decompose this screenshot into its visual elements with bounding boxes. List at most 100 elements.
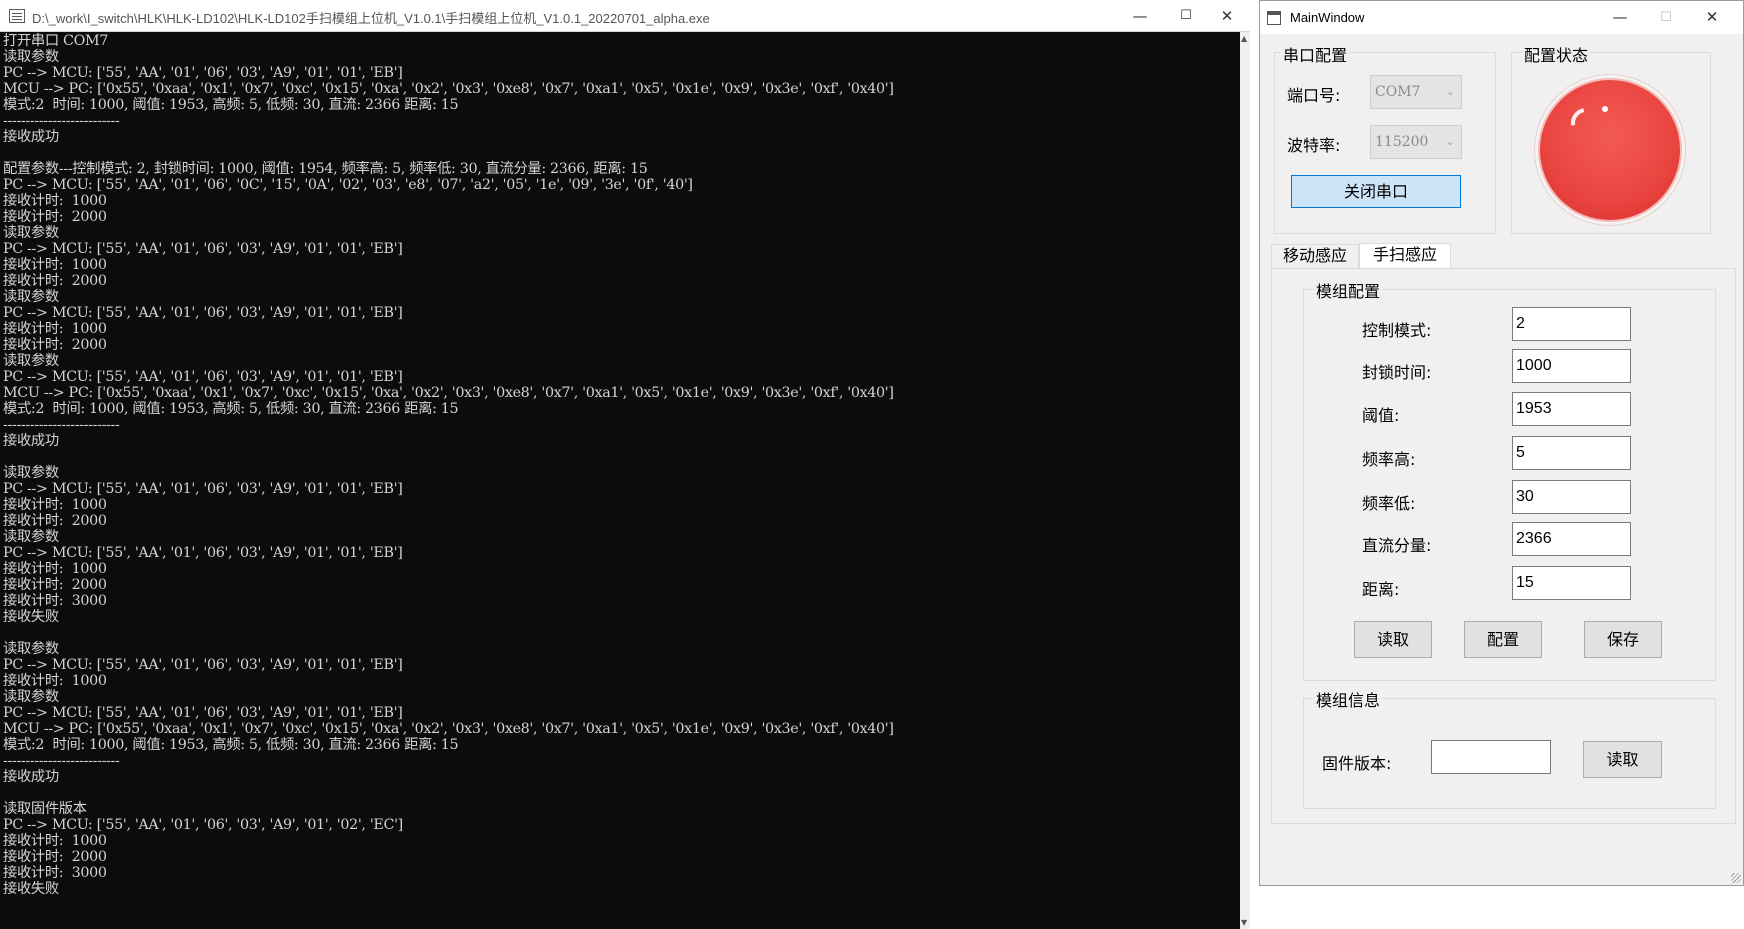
console-line: 接收计时: 3000 (3, 593, 107, 609)
threshold-label: 阈值: (1362, 406, 1400, 425)
console-titlebar[interactable]: D:\_work\I_switch\HLK\HLK-LD102\HLK-LD10… (0, 0, 1250, 32)
console-line: MCU --> PC: ['0x55', '0xaa', '0x1', '0x7… (3, 385, 894, 401)
save-button[interactable]: 保存 (1584, 621, 1662, 658)
status-light-glint (1602, 106, 1608, 112)
console-line: 接收计时: 2000 (3, 513, 107, 529)
threshold-input[interactable]: 1953 (1512, 392, 1631, 426)
console-line: PC --> MCU: ['55', 'AA', '01', '06', '03… (3, 65, 403, 81)
console-line: PC --> MCU: ['55', 'AA', '01', '06', '03… (3, 817, 403, 833)
console-line: 接收计时: 1000 (3, 321, 107, 337)
port-select-value: COM7 (1375, 84, 1421, 100)
distance-input[interactable]: 15 (1512, 566, 1631, 600)
console-title: D:\_work\I_switch\HLK\HLK-LD102\HLK-LD10… (32, 11, 710, 26)
control-mode-input[interactable]: 2 (1512, 307, 1631, 341)
console-line: 接收计时: 1000 (3, 673, 107, 689)
console-line: 模式:2 时间: 1000, 阈值: 1953, 高频: 5, 低频: 30, … (3, 737, 459, 753)
console-line: 接收计时: 1000 (3, 497, 107, 513)
firmware-version-input[interactable] (1431, 740, 1551, 774)
control-mode-label: 控制模式: (1362, 321, 1432, 340)
tab-hand-sweep[interactable]: 手扫感应 (1359, 243, 1451, 269)
console-line: 接收成功 (3, 129, 59, 145)
console-line: PC --> MCU: ['55', 'AA', '01', '06', '0C… (3, 177, 693, 193)
port-label: 端口号: (1287, 86, 1341, 105)
console-line: PC --> MCU: ['55', 'AA', '01', '06', '03… (3, 305, 403, 321)
chevron-down-icon: ⌄ (1445, 85, 1455, 98)
console-line: PC --> MCU: ['55', 'AA', '01', '06', '03… (3, 481, 403, 497)
console-output[interactable]: 打开串口 COM7 读取参数 PC --> MCU: ['55', 'AA', '0… (0, 32, 1240, 929)
apply-config-button[interactable]: 配置 (1464, 621, 1542, 658)
console-line: 读取参数 (3, 353, 59, 369)
console-line: 接收成功 (3, 433, 59, 449)
console-line: 读取参数 (3, 225, 59, 241)
dc-component-input[interactable]: 2366 (1512, 522, 1631, 556)
port-select[interactable]: COM7 ⌄ (1370, 75, 1462, 109)
module-info-title: 模组信息 (1314, 687, 1383, 711)
baud-label: 波特率: (1287, 136, 1341, 155)
console-line: 模式:2 时间: 1000, 阈值: 1953, 高频: 5, 低频: 30, … (3, 97, 459, 113)
console-scrollbar[interactable]: ▲ ▼ (1240, 32, 1250, 929)
main-window: MainWindow — ☐ ✕ 串口配置 端口号: COM7 ⌄ 波特率: 1… (1259, 0, 1744, 886)
resize-grip-icon[interactable] (1727, 869, 1743, 885)
console-line: MCU --> PC: ['0x55', '0xaa', '0x1', '0x7… (3, 721, 894, 737)
console-line: 接收失败 (3, 881, 59, 897)
console-line: 接收计时: 3000 (3, 865, 107, 881)
freq-low-label: 频率低: (1362, 494, 1416, 513)
console-line: 读取参数 (3, 289, 59, 305)
console-line: 读取固件版本 (3, 801, 87, 817)
read-params-button[interactable]: 读取 (1354, 621, 1432, 658)
console-line: PC --> MCU: ['55', 'AA', '01', '06', '03… (3, 705, 403, 721)
console-line: 读取参数 (3, 689, 59, 705)
freq-low-input[interactable]: 30 (1512, 480, 1631, 514)
console-line: -------------------------- (3, 113, 120, 129)
dc-component-label: 直流分量: (1362, 536, 1432, 555)
console-line: 接收失败 (3, 609, 59, 625)
console-line: 接收计时: 1000 (3, 833, 107, 849)
scroll-up-icon[interactable]: ▲ (1241, 34, 1247, 43)
console-line: PC --> MCU: ['55', 'AA', '01', '06', '03… (3, 369, 403, 385)
console-line: 读取参数 (3, 49, 59, 65)
status-light-highlight (1565, 102, 1607, 144)
console-line: 接收计时: 2000 (3, 849, 107, 865)
baud-select[interactable]: 115200 ⌄ (1370, 125, 1462, 159)
maximize-icon[interactable]: ☐ (1163, 0, 1209, 32)
console-line: 接收计时: 2000 (3, 209, 107, 225)
console-line: 读取参数 (3, 465, 59, 481)
minimize-icon[interactable]: — (1117, 0, 1163, 32)
main-minimize-icon[interactable]: — (1597, 1, 1643, 34)
baud-select-value: 115200 (1375, 134, 1429, 150)
console-line: 接收计时: 1000 (3, 257, 107, 273)
close-icon[interactable]: ✕ (1204, 0, 1250, 32)
console-line: PC --> MCU: ['55', 'AA', '01', '06', '03… (3, 545, 403, 561)
lock-time-input[interactable]: 1000 (1512, 349, 1631, 383)
distance-label: 距离: (1362, 580, 1400, 599)
console-line: MCU --> PC: ['0x55', '0xaa', '0x1', '0x7… (3, 81, 894, 97)
console-app-icon (9, 9, 25, 23)
console-line: 接收计时: 1000 (3, 561, 107, 577)
status-indicator-light (1540, 80, 1680, 220)
console-line: 读取参数 (3, 641, 59, 657)
console-line: -------------------------- (3, 753, 120, 769)
console-line: PC --> MCU: ['55', 'AA', '01', '06', '03… (3, 657, 403, 673)
tab-motion-sensing[interactable]: 移动感应 (1271, 244, 1359, 268)
close-serial-button[interactable]: 关闭串口 (1291, 175, 1461, 208)
main-titlebar[interactable]: MainWindow — ☐ ✕ (1260, 1, 1743, 34)
lock-time-label: 封锁时间: (1362, 363, 1432, 382)
firmware-version-label: 固件版本: (1322, 754, 1392, 773)
window-app-icon (1267, 11, 1281, 25)
console-line: PC --> MCU: ['55', 'AA', '01', '06', '03… (3, 241, 403, 257)
main-maximize-icon: ☐ (1660, 10, 1672, 25)
config-status-title: 配置状态 (1522, 42, 1591, 66)
scroll-down-icon[interactable]: ▼ (1241, 918, 1247, 927)
console-line: 配置参数---控制模式: 2, 封锁时间: 1000, 阈值: 1954, 频率… (3, 161, 648, 177)
freq-high-input[interactable]: 5 (1512, 436, 1631, 470)
freq-high-label: 频率高: (1362, 450, 1416, 469)
console-line: 接收计时: 2000 (3, 577, 107, 593)
console-window: D:\_work\I_switch\HLK\HLK-LD102\HLK-LD10… (0, 0, 1250, 929)
read-firmware-button[interactable]: 读取 (1583, 741, 1662, 778)
console-line: 接收计时: 1000 (3, 193, 107, 209)
console-line: 模式:2 时间: 1000, 阈值: 1953, 高频: 5, 低频: 30, … (3, 401, 459, 417)
console-line: 读取参数 (3, 529, 59, 545)
main-close-icon[interactable]: ✕ (1689, 1, 1735, 34)
